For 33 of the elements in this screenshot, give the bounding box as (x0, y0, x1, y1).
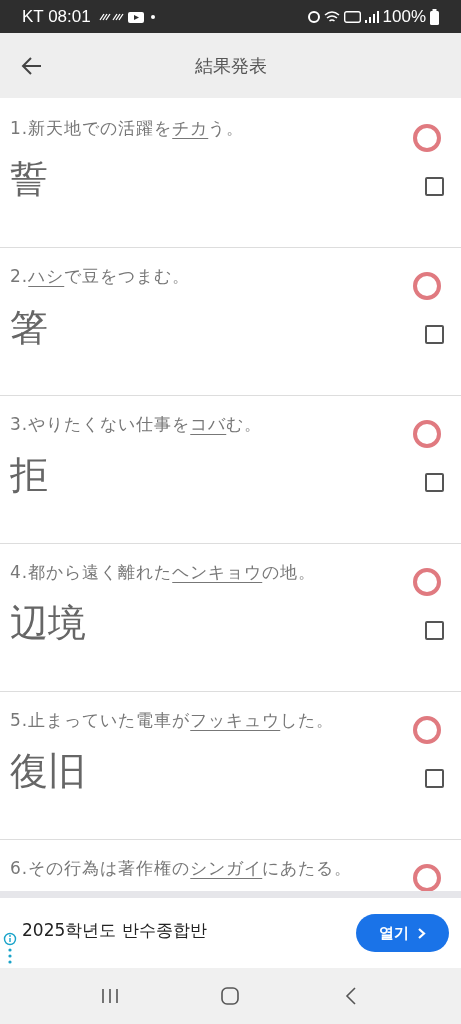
question-text: 3.やりたくない仕事を コバむ。 (10, 413, 263, 436)
wifi-icon (323, 10, 340, 23)
notification-icons (98, 9, 157, 24)
screen-title: 結果発表 (194, 54, 267, 78)
chevron-right-icon (417, 926, 426, 940)
ad-text: 2025학년도 반수종합반 (22, 919, 207, 943)
battery-icon (430, 8, 439, 25)
question-text: 4.都から遠く離れたヘンキョウの地。 (10, 561, 317, 584)
question-text: 6.その行為は著作権の シンガイ にあたる。 (10, 857, 353, 880)
answer-kanji: 誓 (10, 160, 48, 198)
back-arrow-icon (21, 54, 43, 77)
back-chevron-icon (344, 987, 357, 1005)
question-text: 5.止まっていた電車がフッキュウ した。 (10, 709, 335, 732)
answer-kanji: 箸 (10, 308, 48, 346)
signal-icon (364, 10, 379, 23)
answer-kanji: 復旧 (10, 752, 86, 790)
ad-info-icon[interactable] (3, 932, 17, 966)
battery-level: 100% (382, 5, 426, 28)
checkbox[interactable] (425, 177, 444, 196)
question-text: 2.ハシで豆をつまむ。 (10, 265, 191, 288)
answer-kanji: 辺境 (10, 604, 86, 642)
home-icon (220, 986, 241, 1006)
checkbox[interactable] (425, 621, 444, 640)
alarm-icon (307, 10, 320, 23)
checkbox[interactable] (425, 769, 444, 788)
question-text: 1.新天地での活躍を チカ う。 (10, 117, 245, 140)
hd-icon (343, 10, 361, 23)
answer-kanji: 拒 (10, 456, 48, 494)
status-time: KT 08:01 (22, 5, 91, 28)
open-button[interactable]: 열기 (356, 914, 449, 952)
checkbox[interactable] (425, 473, 444, 492)
checkbox[interactable] (425, 325, 444, 344)
recent-apps-icon (101, 988, 120, 1004)
